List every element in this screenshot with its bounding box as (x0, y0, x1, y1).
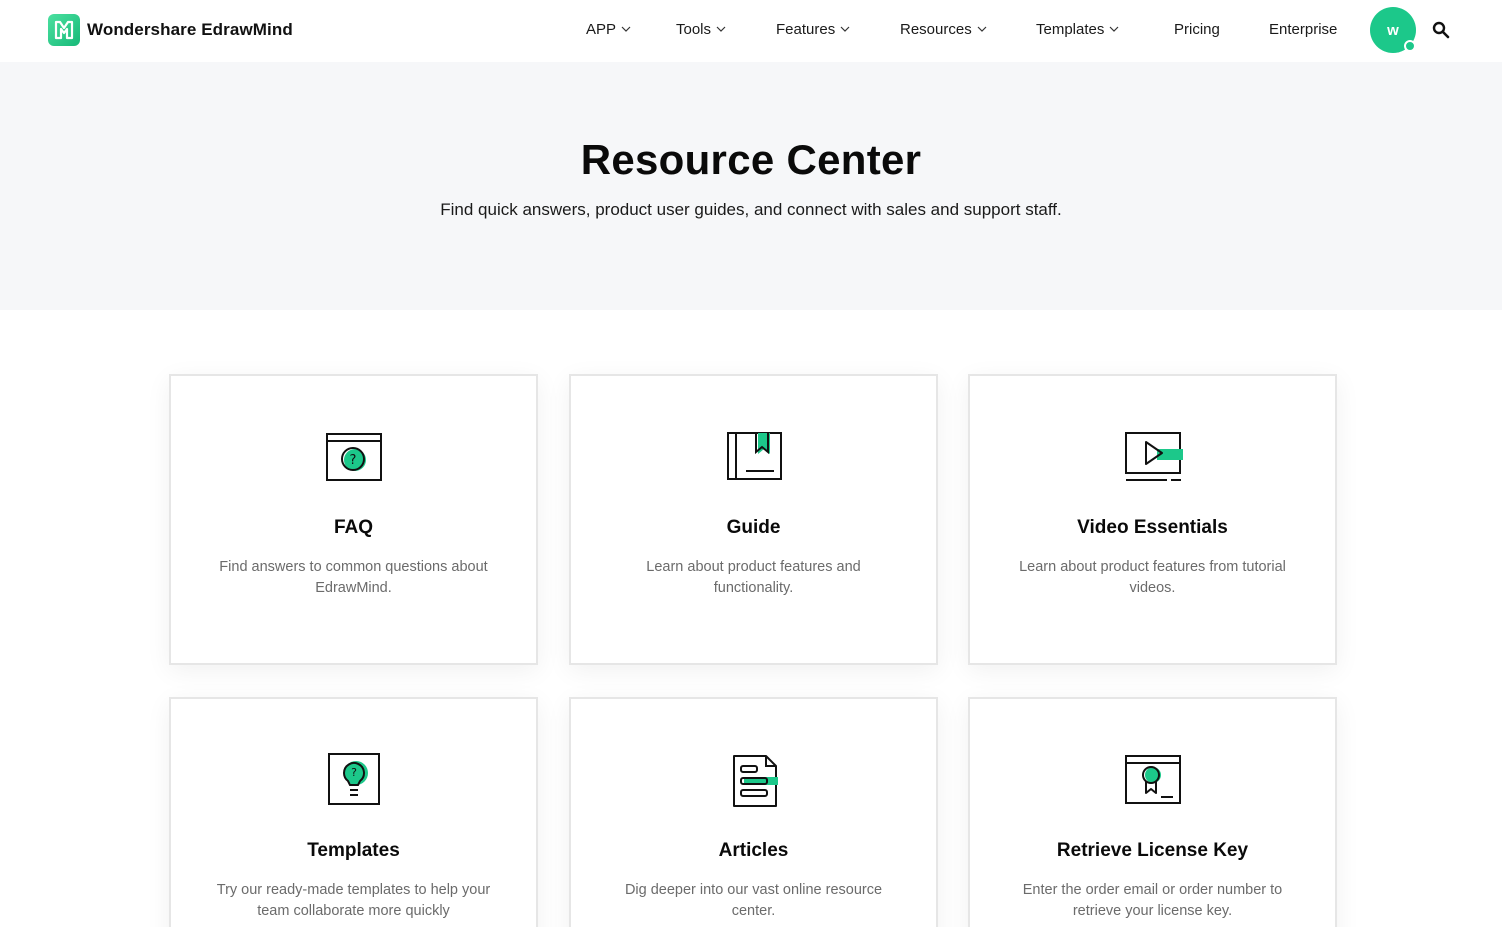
nav-tools-label: Tools (676, 21, 712, 38)
nav-features-label: Features (776, 21, 836, 38)
user-avatar[interactable]: w (1370, 7, 1416, 53)
card-description: Try our ready-made templates to help you… (216, 882, 491, 919)
nav-features[interactable]: Features (776, 21, 850, 38)
nav-pricing-label: Pricing (1174, 21, 1220, 38)
card-title: Templates (307, 840, 400, 861)
svg-text:?: ? (351, 766, 357, 779)
hero-banner: Resource Center Find quick answers, prod… (0, 62, 1502, 310)
card-description: Learn about product features and functio… (646, 559, 861, 596)
license-certificate-icon (1124, 755, 1181, 804)
edrawmind-logo-icon (48, 14, 80, 46)
chevron-down-icon (840, 26, 850, 32)
lightbulb-icon: ? (327, 753, 380, 805)
avatar-initial: w (1387, 21, 1399, 39)
card-retrieve-license-key[interactable]: Retrieve License Key Enter the order ema… (968, 697, 1337, 927)
faq-icon: ? (325, 433, 382, 481)
card-title: Retrieve License Key (1056, 840, 1249, 861)
nav-pricing[interactable]: Pricing (1174, 21, 1220, 38)
chevron-down-icon (1109, 26, 1119, 32)
card-articles[interactable]: Articles Dig deeper into our vast online… (569, 697, 938, 927)
guide-book-icon (726, 432, 782, 480)
brand-logo[interactable]: Wondershare EdrawMind (48, 14, 293, 46)
card-templates[interactable]: ? Templates Try our ready-made templates… (169, 697, 538, 927)
chevron-down-icon (716, 26, 726, 32)
video-player-icon (1124, 432, 1183, 481)
card-description: Find answers to common questions about E… (219, 559, 488, 596)
nav-resources-label: Resources (900, 21, 972, 38)
page-subtitle: Find quick answers, product user guides,… (440, 200, 1062, 219)
nav-app-label: APP (586, 21, 617, 38)
card-description: Learn about product features from tutori… (1019, 559, 1286, 596)
brand-name: Wondershare EdrawMind (87, 20, 293, 39)
nav-enterprise-label: Enterprise (1269, 21, 1338, 38)
article-document-icon (732, 755, 778, 807)
card-description: Enter the order email or order number to… (1022, 882, 1283, 919)
nav-templates[interactable]: Templates (1036, 21, 1119, 38)
page-title: Resource Center (580, 136, 922, 183)
card-video-essentials[interactable]: Video Essentials Learn about product fea… (968, 374, 1337, 665)
chevron-down-icon (977, 26, 987, 32)
card-title: Video Essentials (1077, 517, 1228, 538)
nav-enterprise[interactable]: Enterprise (1269, 21, 1337, 38)
online-status-dot (1404, 40, 1416, 52)
card-guide[interactable]: Guide Learn about product features and f… (569, 374, 938, 665)
card-description: Dig deeper into our vast online resource… (624, 882, 883, 919)
card-title: FAQ (333, 517, 374, 538)
nav-templates-label: Templates (1036, 21, 1105, 38)
chevron-down-icon (621, 26, 631, 32)
nav-resources[interactable]: Resources (900, 21, 987, 38)
svg-text:?: ? (349, 453, 356, 468)
card-title: Articles (718, 840, 789, 861)
nav-tools[interactable]: Tools (676, 21, 726, 38)
card-title: Guide (726, 517, 781, 538)
search-icon[interactable] (1432, 21, 1450, 39)
card-faq[interactable]: ? FAQ Find answers to common questions a… (169, 374, 538, 665)
nav-app[interactable]: APP (586, 21, 631, 38)
top-navigation-bar: Wondershare EdrawMind APP Tools Features… (0, 0, 1502, 62)
